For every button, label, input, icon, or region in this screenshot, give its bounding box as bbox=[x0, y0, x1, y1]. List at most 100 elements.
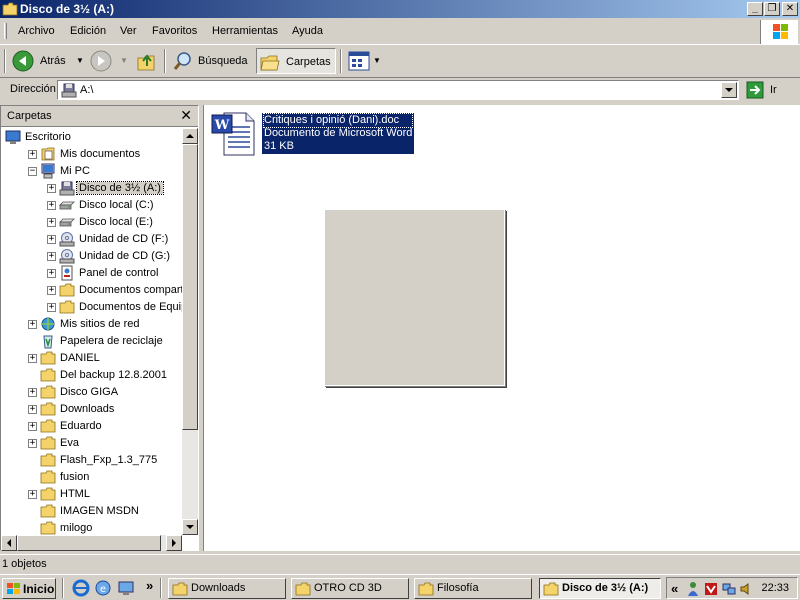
title-bar[interactable]: Disco de 3½ (A:) _ ❐ ✕ bbox=[0, 0, 800, 18]
expand-icon[interactable]: + bbox=[47, 303, 56, 312]
menu-ayuda[interactable]: Ayuda bbox=[292, 25, 323, 37]
address-dropdown-button[interactable] bbox=[721, 82, 737, 98]
go-button[interactable]: Ir bbox=[744, 80, 794, 100]
tree-item[interactable]: Papelera de reciclaje bbox=[1, 333, 182, 350]
collapse-icon[interactable]: − bbox=[28, 167, 37, 176]
menu-archivo[interactable]: Archivo bbox=[18, 25, 55, 37]
task-button-disco-a[interactable]: Disco de 3½ (A:) bbox=[539, 578, 661, 599]
volume-icon[interactable] bbox=[739, 581, 755, 597]
blank-dialog-panel[interactable] bbox=[324, 209, 505, 386]
tree-item[interactable]: Del backup 12.8.2001 bbox=[1, 367, 182, 384]
messenger-icon[interactable] bbox=[685, 581, 701, 597]
forward-dropdown-icon[interactable]: ▼ bbox=[120, 56, 128, 65]
expand-icon[interactable]: + bbox=[47, 252, 56, 261]
expand-icon[interactable]: + bbox=[47, 235, 56, 244]
expand-icon[interactable]: + bbox=[28, 388, 37, 397]
tree-item[interactable]: + Downloads bbox=[1, 401, 182, 418]
forward-button[interactable]: ▼ bbox=[88, 48, 130, 74]
menu-grip[interactable] bbox=[4, 23, 7, 39]
horizontal-scroll-thumb[interactable] bbox=[17, 535, 161, 551]
windows-flag-icon bbox=[773, 24, 788, 39]
scroll-down-button[interactable] bbox=[182, 519, 198, 535]
scroll-right-button[interactable] bbox=[166, 535, 182, 551]
start-button[interactable]: Inicio bbox=[2, 578, 56, 599]
tree-item[interactable]: + Eduardo bbox=[1, 418, 182, 435]
expand-icon[interactable]: + bbox=[28, 150, 37, 159]
tree-item[interactable]: + Mis documentos bbox=[1, 146, 182, 163]
tree-item[interactable]: + Panel de control bbox=[1, 265, 182, 282]
views-button[interactable]: ▼ bbox=[346, 48, 382, 74]
tree-item[interactable]: + Disco local (E:) bbox=[1, 214, 182, 231]
tree-item[interactable]: + Disco de 3½ (A:) bbox=[1, 180, 182, 197]
views-dropdown-icon[interactable]: ▼ bbox=[373, 56, 381, 65]
search-button[interactable]: Búsqueda bbox=[170, 48, 252, 74]
harddisk-icon bbox=[59, 218, 75, 227]
outlook-express-icon[interactable]: e bbox=[94, 579, 112, 597]
menu-favoritos[interactable]: Favoritos bbox=[152, 25, 197, 37]
tree-item[interactable]: milogo bbox=[1, 520, 182, 535]
toolbar-grip[interactable] bbox=[4, 49, 6, 73]
restore-button[interactable]: ❐ bbox=[764, 2, 780, 16]
scroll-left-button[interactable] bbox=[1, 535, 17, 551]
folder-icon bbox=[59, 283, 75, 297]
tree-item[interactable]: Flash_Fxp_1.3_775 bbox=[1, 452, 182, 469]
tree-item[interactable]: IMAGEN MSDN bbox=[1, 503, 182, 520]
vertical-scrollbar[interactable] bbox=[182, 128, 198, 535]
tree-item[interactable]: + Unidad de CD (G:) bbox=[1, 248, 182, 265]
file-name[interactable]: Critiques i opinió (Dani).doc bbox=[262, 113, 414, 128]
tree-item[interactable]: + Unidad de CD (F:) bbox=[1, 231, 182, 248]
menu-ver[interactable]: Ver bbox=[120, 25, 137, 37]
file-item[interactable]: W Critiques i opinió (Dani).doc Document… bbox=[210, 111, 415, 157]
tree-item[interactable]: + Documentos compartidos bbox=[1, 282, 182, 299]
taskbar: Inicio e » Downloads OTRO CD 3D Filosofí… bbox=[0, 574, 800, 600]
menu-edicion[interactable]: Edición bbox=[70, 25, 106, 37]
up-folder-button[interactable] bbox=[134, 48, 160, 74]
tree-item[interactable]: Escritorio bbox=[1, 129, 182, 146]
address-label: Dirección bbox=[10, 83, 56, 95]
tree-item[interactable]: + Documentos de Equipo bbox=[1, 299, 182, 316]
tree-item[interactable]: − Mi PC bbox=[1, 163, 182, 180]
file-list-view[interactable]: W Critiques i opinió (Dani).doc Document… bbox=[203, 105, 800, 551]
tree-item[interactable]: + Eva bbox=[1, 435, 182, 452]
scroll-up-button[interactable] bbox=[182, 128, 198, 144]
quicklaunch-more-button[interactable]: » bbox=[146, 578, 153, 593]
show-desktop-icon[interactable] bbox=[117, 579, 135, 597]
expand-icon[interactable]: + bbox=[28, 405, 37, 414]
back-button[interactable]: Atrás ▼ bbox=[10, 48, 86, 74]
expand-icon[interactable]: + bbox=[28, 320, 37, 329]
menu-herramientas[interactable]: Herramientas bbox=[212, 25, 278, 37]
tree-item[interactable]: + Disco GIGA bbox=[1, 384, 182, 401]
address-input[interactable]: A:\ bbox=[57, 80, 739, 100]
expand-icon[interactable]: + bbox=[28, 422, 37, 431]
expand-icon[interactable]: + bbox=[47, 286, 56, 295]
vertical-scroll-thumb[interactable] bbox=[182, 144, 198, 430]
antivirus-icon[interactable] bbox=[703, 581, 719, 597]
back-dropdown-icon[interactable]: ▼ bbox=[76, 56, 84, 65]
expand-icon[interactable]: + bbox=[47, 269, 56, 278]
minimize-button[interactable]: _ bbox=[747, 2, 763, 16]
folder-tree: Escritorio + Mis documentos − Mi PC + Disco de… bbox=[1, 128, 182, 535]
horizontal-scrollbar[interactable] bbox=[1, 535, 182, 551]
expand-icon[interactable]: + bbox=[28, 439, 37, 448]
close-button[interactable]: ✕ bbox=[782, 2, 798, 16]
task-button-otro-cd-3d[interactable]: OTRO CD 3D bbox=[291, 578, 409, 599]
expand-icon[interactable]: + bbox=[28, 354, 37, 363]
tree-item[interactable]: fusion bbox=[1, 469, 182, 486]
tree-item[interactable]: + DANIEL bbox=[1, 350, 182, 367]
folders-button[interactable]: Carpetas bbox=[256, 48, 336, 74]
expand-icon[interactable]: + bbox=[47, 201, 56, 210]
tray-expand-button[interactable]: « bbox=[671, 581, 678, 596]
tree-item[interactable]: + Mis sitios de red bbox=[1, 316, 182, 333]
tree-item[interactable]: + HTML bbox=[1, 486, 182, 503]
internet-explorer-icon[interactable] bbox=[72, 579, 90, 597]
clock[interactable]: 22:33 bbox=[761, 582, 789, 594]
tree-item[interactable]: + Disco local (C:) bbox=[1, 197, 182, 214]
expand-icon[interactable]: + bbox=[47, 184, 56, 193]
network-connection-icon[interactable] bbox=[721, 581, 737, 597]
expand-icon[interactable]: + bbox=[28, 490, 37, 499]
close-pane-button[interactable]: ✕ bbox=[180, 107, 192, 124]
task-button-filosofia[interactable]: Filosofía bbox=[414, 578, 532, 599]
task-button-downloads[interactable]: Downloads bbox=[168, 578, 286, 599]
expand-icon[interactable]: + bbox=[47, 218, 56, 227]
quicklaunch-grip[interactable] bbox=[62, 578, 64, 598]
